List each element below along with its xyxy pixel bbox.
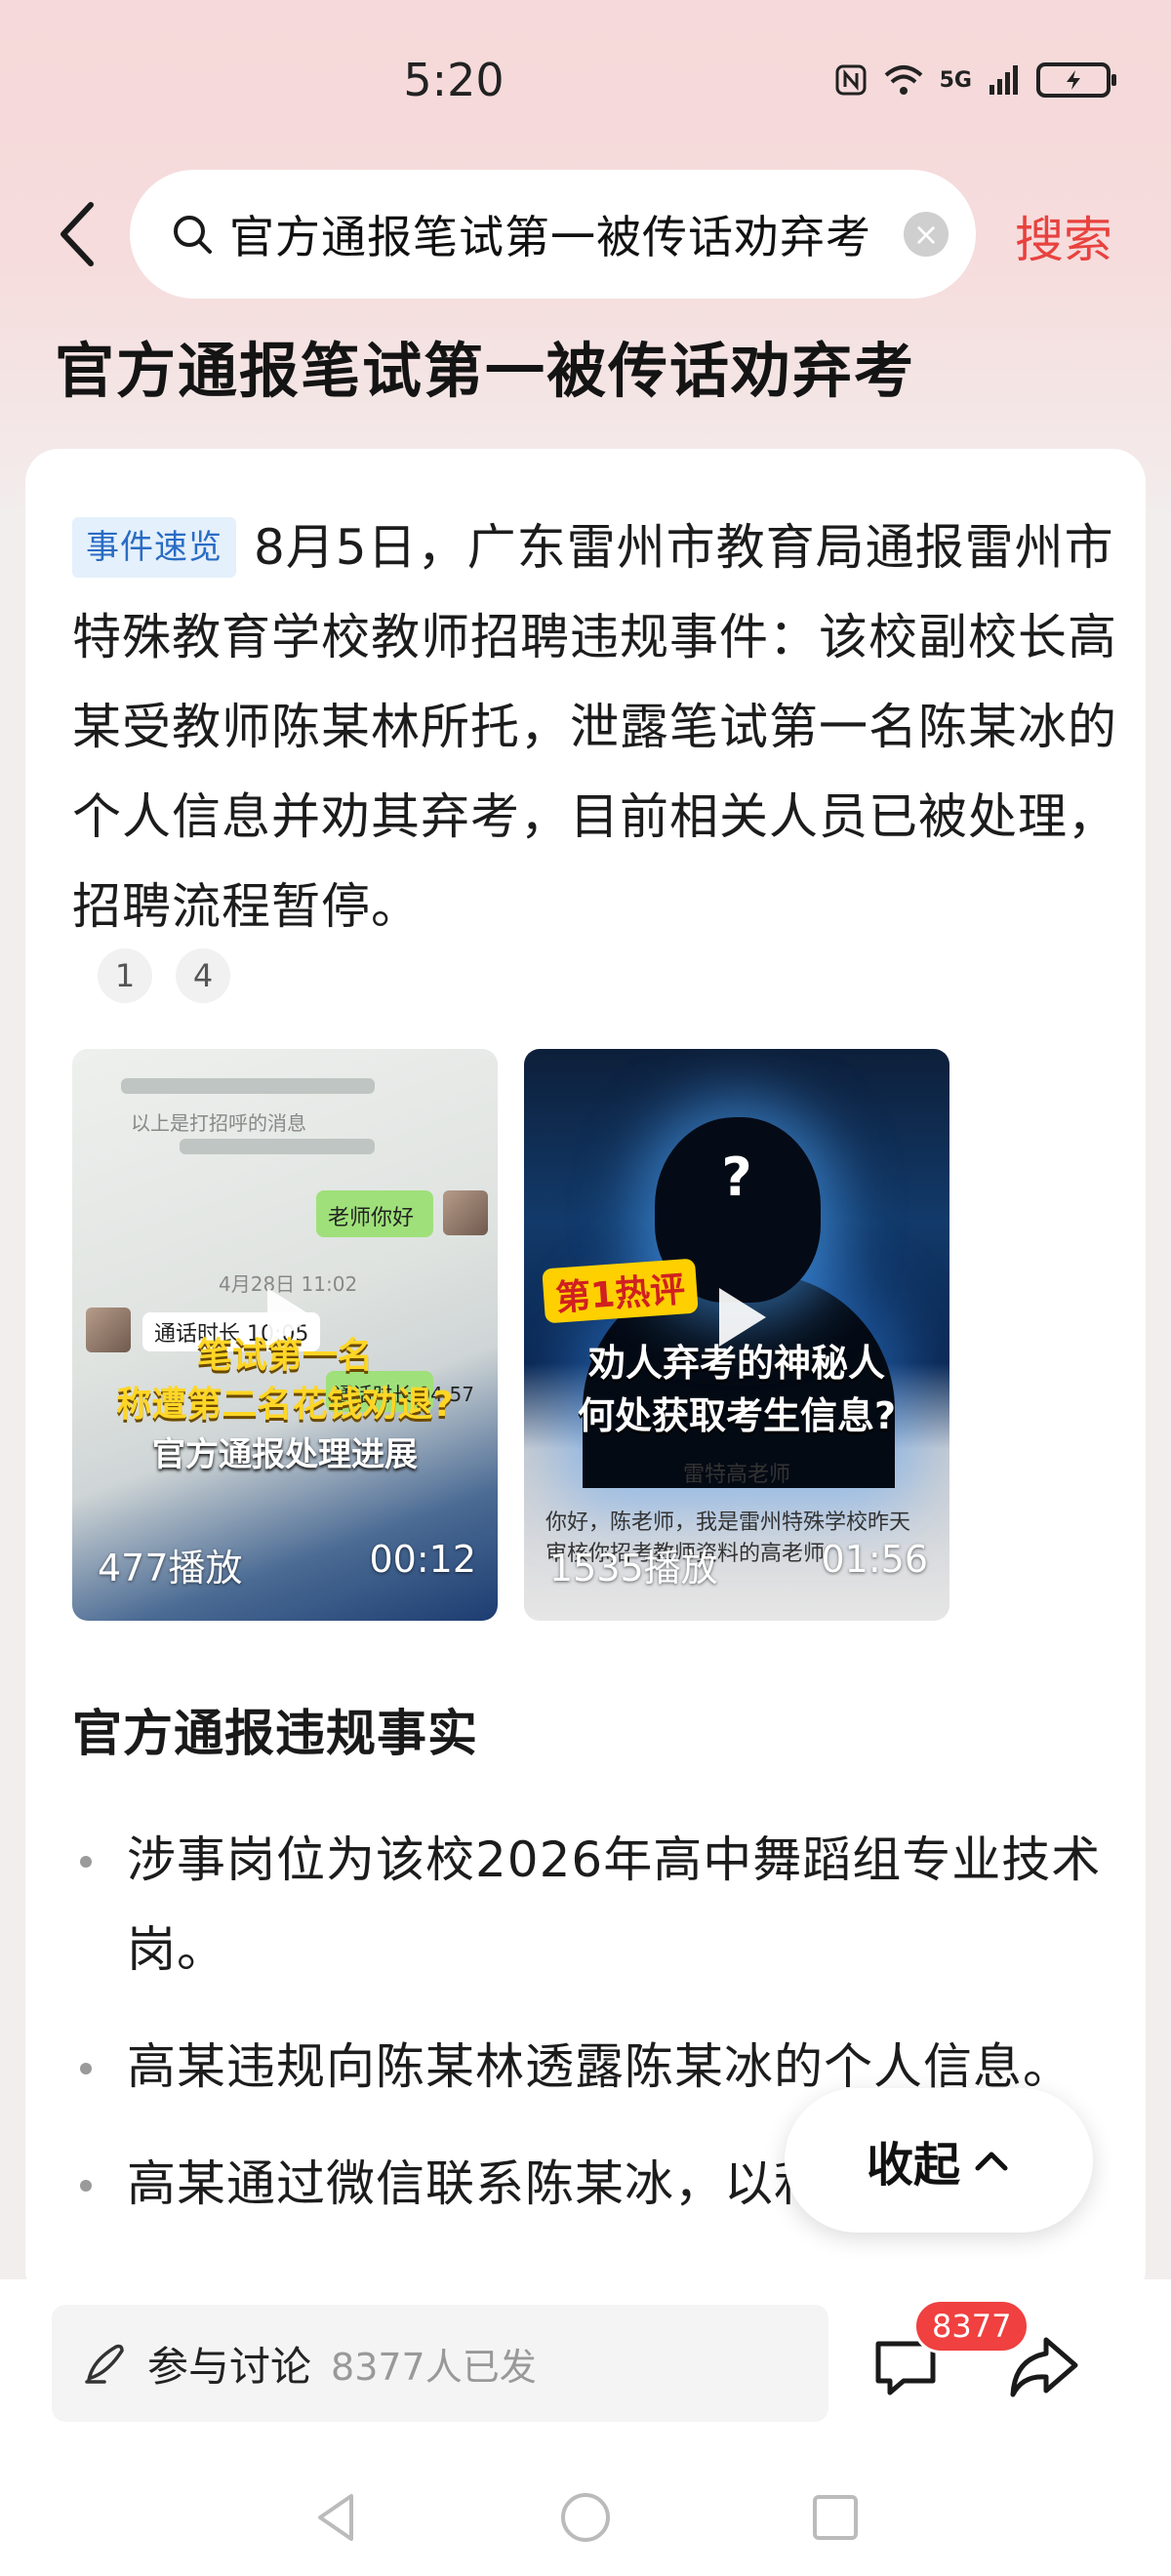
nav-recents-icon[interactable] — [806, 2488, 865, 2547]
chat-system-text: 以上是打招呼的消息 — [131, 1111, 306, 1135]
discuss-count: 8377人已发 — [331, 2345, 537, 2389]
fact-text: 高某违规向陈某林透露陈某冰的个人信息。 — [127, 2038, 1072, 2095]
system-navigation-bar — [0, 2455, 1171, 2576]
video-card[interactable]: ? 第1热评 劝人弃考的神秘人 何处获取考生信息? 雷特高老师 你好，陈老师，我… — [524, 1049, 949, 1621]
search-icon — [174, 216, 212, 254]
video-duration: 00:12 — [369, 1538, 476, 1581]
status-bar: 5:20 5G — [0, 0, 1171, 166]
video-duration: 01:56 — [821, 1538, 928, 1581]
chat-blur-line — [180, 1139, 375, 1154]
bullet-dot — [80, 1856, 92, 1868]
play-count: 477播放 — [98, 1547, 243, 1590]
reference-chip[interactable]: 4 — [176, 948, 230, 1003]
collapse-label: 收起 — [866, 2138, 960, 2193]
chat-blur-line — [121, 1078, 375, 1094]
video-overlay-line2: 称遭第二名花钱劝退? — [116, 1385, 454, 1425]
search-button[interactable]: 搜索 — [1015, 201, 1112, 271]
video-card[interactable]: 以上是打招呼的消息 老师你好 4月28日 11:02 通话时长 10:05 通话… — [72, 1049, 498, 1621]
network-type: 5G — [939, 67, 972, 93]
wifi-icon — [884, 65, 922, 95]
play-icon — [719, 1288, 766, 1347]
video-meta: 1535播放 01:56 — [549, 1538, 928, 1591]
question-mark: ? — [721, 1147, 752, 1208]
nfc-icon — [835, 64, 867, 96]
status-icons: 5G — [834, 62, 1116, 98]
hot-comment-badge: 第1热评 — [542, 1258, 699, 1324]
share-icon — [1010, 2337, 1078, 2397]
chat-reply-text: 老师你好 — [328, 1206, 415, 1230]
summary-text: 8月5日，广东雷州市教育局通报雷州市特殊教育学校教师招聘违规事件：该校副校长高某… — [72, 519, 1117, 935]
play-icon — [267, 1288, 314, 1347]
video-list: 以上是打招呼的消息 老师你好 4月28日 11:02 通话时长 10:05 通话… — [72, 1049, 949, 1621]
reference-chip[interactable]: 1 — [98, 948, 152, 1003]
event-overview-tag: 事件速览 — [72, 517, 236, 578]
bottom-action-bar: 参与讨论 8377人已发 8377 — [0, 2279, 1171, 2455]
event-summary-card: 事件速览 8月5日，广东雷州市教育局通报雷州市特殊教育学校教师招聘违规事件：该校副… — [25, 449, 1146, 2303]
discuss-label: 参与讨论 — [147, 2342, 312, 2391]
bullet-dot — [80, 2180, 92, 2192]
facts-heading: 官方通报违规事实 — [72, 1706, 479, 1763]
collapse-button[interactable]: 收起 — [785, 2088, 1093, 2233]
video-meta: 477播放 00:12 — [98, 1538, 476, 1591]
discussion-input[interactable]: 参与讨论 8377人已发 — [52, 2305, 828, 2422]
back-button[interactable] — [47, 195, 105, 273]
page-title: 官方通报笔试第一被传话劝弃考 — [55, 337, 916, 406]
list-item: 涉事岗位为该校2026年高中舞蹈组专业技术岗。 — [72, 1815, 1107, 1994]
back-arrow-icon — [61, 202, 94, 266]
pen-icon — [85, 2344, 124, 2384]
doc-name: 雷特高老师 — [682, 1463, 790, 1487]
summary-paragraph: 事件速览 8月5日，广东雷州市教育局通报雷州市特殊教育学校教师招聘违规事件：该校副… — [72, 503, 1126, 951]
fact-text: 涉事岗位为该校2026年高中舞蹈组专业技术岗。 — [127, 1831, 1102, 1978]
battery-charging-icon — [1036, 62, 1116, 98]
nav-back-icon[interactable] — [308, 2488, 367, 2547]
video-banner-line2: 何处获取考生信息? — [577, 1394, 897, 1437]
reference-list: 1 4 — [98, 948, 230, 1003]
share-button[interactable] — [1005, 2328, 1083, 2406]
play-count: 1535播放 — [549, 1547, 718, 1590]
nav-home-icon[interactable] — [556, 2488, 615, 2547]
search-query: 官方通报笔试第一被传话劝弃考 — [229, 211, 871, 263]
search-input[interactable]: 官方通报笔试第一被传话劝弃考 × — [130, 170, 976, 299]
clear-search-icon[interactable]: × — [904, 212, 949, 257]
bullet-dot — [80, 2063, 92, 2074]
video-overlay-line3: 官方通报处理进展 — [152, 1435, 418, 1474]
status-time: 5:20 — [403, 54, 505, 106]
signal-icon — [989, 65, 1018, 95]
chevron-up-icon — [975, 2152, 1008, 2171]
avatar — [443, 1190, 488, 1235]
